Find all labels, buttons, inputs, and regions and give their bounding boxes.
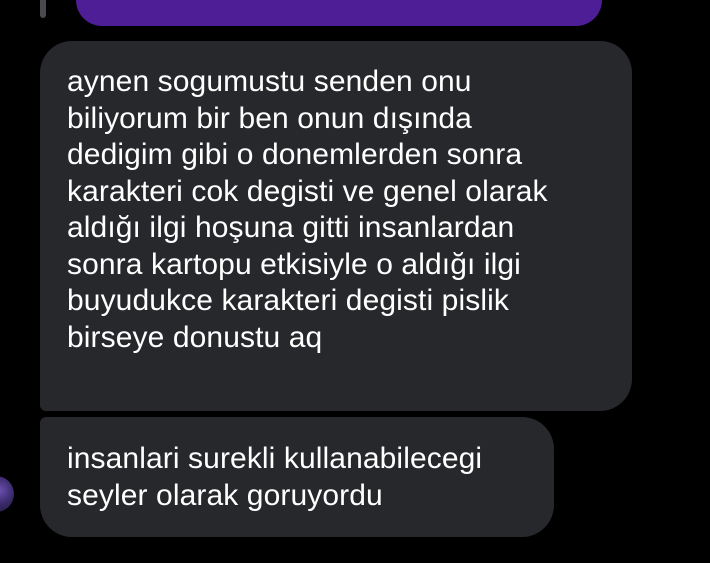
- received-message-bubble-2: insanlari surekli kullanabilecegi seyler…: [40, 417, 554, 537]
- scroll-indicator[interactable]: [40, 0, 46, 18]
- avatar[interactable]: [0, 476, 14, 512]
- sent-message-bubble: [76, 0, 602, 26]
- received-message-bubble-1: aynen sogumustu senden onu biliyorum bir…: [40, 41, 632, 411]
